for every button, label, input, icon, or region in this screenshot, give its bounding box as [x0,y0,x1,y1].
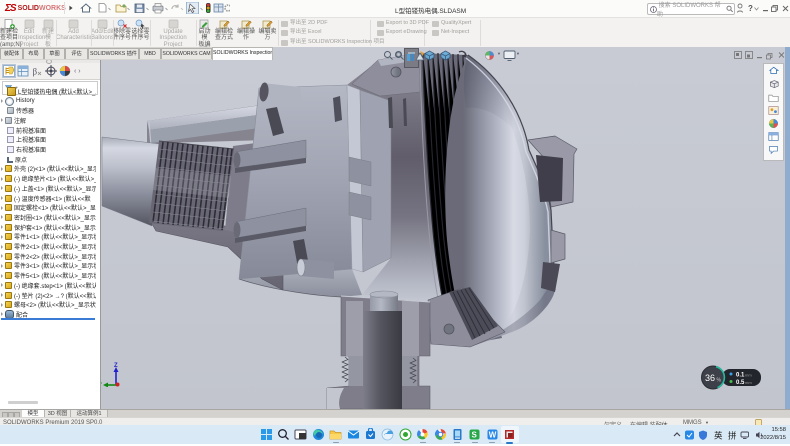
svg-text:S: S [472,431,478,440]
svg-text:0.5: 0.5 [736,380,745,386]
svg-text:36: 36 [705,373,715,383]
svg-text:%: % [717,378,722,384]
svg-text:拼: 拼 [728,431,737,441]
svg-text:mm: mm [745,373,752,378]
svg-text:?: ? [748,4,753,13]
svg-text:W: W [488,431,496,440]
svg-text:mm: mm [745,380,752,385]
svg-text:0.1: 0.1 [736,373,745,379]
svg-text:英: 英 [714,431,723,441]
